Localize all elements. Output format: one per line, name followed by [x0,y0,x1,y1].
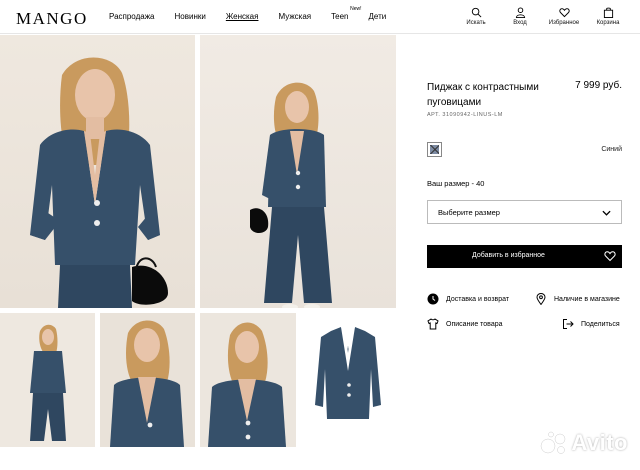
product-sku: АРТ. 31090942-LINUS-LM [427,112,503,118]
size-label: Ваш размер - 40 [427,179,485,188]
size-select-value: Выберите размер [438,208,500,217]
chevron-down-icon [602,210,611,216]
main-nav: Распродажа Новинки Женская Мужская Teen … [109,6,406,21]
location-pin-icon [536,293,546,305]
share-link[interactable]: Поделиться [562,318,620,330]
avito-wordmark: Avito [571,430,628,455]
share-icon [563,319,574,329]
site-header: MANGO Распродажа Новинки Женская Мужская… [0,0,640,34]
model-figure-medium [110,320,184,447]
share-label: Поделиться [581,320,620,328]
add-to-favorites-button[interactable]: Добавить в избранное [427,245,622,268]
jacket-flatlay [315,327,381,419]
store-availability-link[interactable]: Наличие в магазине [535,293,620,305]
product-price: 7 999 руб. [575,80,622,91]
product-photo-6[interactable] [301,313,396,447]
bag-icon [603,7,613,18]
delivery-label: Доставка и возврат [446,295,510,303]
cart-label: Корзина [596,20,620,26]
store-availability-label: Наличие в магазине [554,295,620,303]
color-swatch-fill [430,145,439,154]
login-label: Вход [513,20,527,26]
product-photo-1[interactable] [0,35,195,308]
login-button[interactable]: Вход [498,7,542,26]
search-icon [471,7,481,18]
model-figure-small [30,324,66,441]
heart-icon [604,251,616,262]
header-tools: Искать Вход Избранное Корзина [454,7,630,26]
model-figure [30,57,168,308]
nav-item-women[interactable]: Женская [226,12,259,21]
model-figure-detail [208,322,286,447]
mango-logo[interactable]: MANGO [16,9,88,29]
delivery-link[interactable]: Доставка и возврат [427,293,509,305]
description-link[interactable]: Описание товара [427,318,503,330]
product-photo-5[interactable] [200,313,296,447]
model-figure-full [250,82,332,308]
nav-item-teen[interactable]: Teen New! [331,6,361,21]
favorites-button[interactable]: Избранное [542,7,586,26]
search-button[interactable]: Искать [454,7,498,26]
description-label: Описание товара [446,320,503,328]
nav-item-sale[interactable]: Распродажа [109,12,155,21]
nav-item-teen-label: Teen [331,12,349,21]
shirt-icon [427,318,439,330]
color-name: Синий [601,146,622,153]
product-photo-2[interactable] [200,35,396,308]
add-to-favorites-label: Добавить в избранное [472,252,545,259]
size-select[interactable]: Выберите размер [427,200,622,224]
user-icon [515,7,525,18]
heart-icon [558,8,570,18]
favorites-label: Избранное [548,20,580,26]
clock-icon [427,293,439,305]
new-badge: New! [350,6,362,12]
product-photo-3[interactable] [0,313,95,447]
nav-item-new[interactable]: Новинки [175,12,206,21]
product-name: Пиджак с контрастными пуговицами [427,82,539,108]
search-label: Искать [466,20,486,26]
product-photo-4[interactable] [100,313,195,447]
nav-item-kids[interactable]: Дети [368,12,386,21]
cart-button[interactable]: Корзина [586,7,630,26]
color-swatch[interactable] [427,142,442,157]
nav-item-men[interactable]: Мужская [278,12,311,21]
avito-watermark: Avito [540,430,628,456]
avito-logo-icon [541,431,566,454]
